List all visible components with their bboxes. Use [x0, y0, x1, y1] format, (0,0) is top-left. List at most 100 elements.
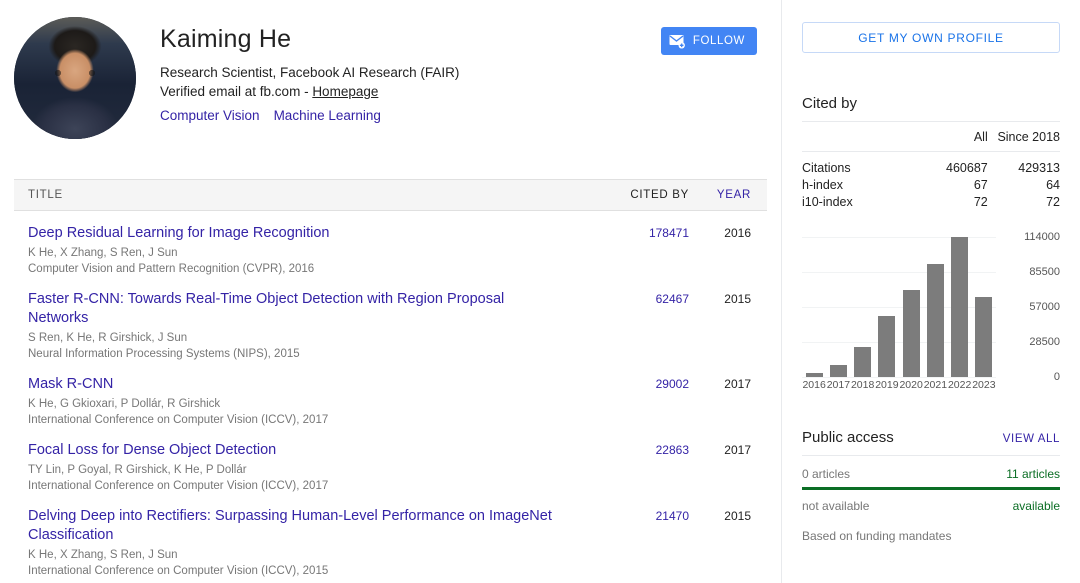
column-header-year[interactable]: YEAR — [689, 189, 751, 201]
public-access-not-available-label: not available — [802, 499, 869, 513]
articles-table: TITLE CITED BY YEAR Deep Residual Learni… — [14, 179, 767, 583]
stats-row-citations: Citations 460687 429313 — [802, 152, 1060, 178]
chart-x-label-2019: 2019 — [875, 379, 899, 391]
chart-bar-2022[interactable] — [951, 237, 968, 377]
interest-link-computer-vision[interactable]: Computer Vision — [160, 108, 260, 123]
stats-header-blank — [802, 122, 916, 152]
chart-bar-2017[interactable] — [830, 365, 847, 377]
chart-bars — [802, 237, 996, 377]
table-row: Deep Residual Learning for Image Recogni… — [14, 211, 767, 277]
article-title-link[interactable]: Focal Loss for Dense Object Detection — [28, 441, 558, 460]
stats-header-since: Since 2018 — [988, 122, 1060, 152]
article-authors: TY Lin, P Goyal, R Girshick, K He, P Dol… — [28, 462, 579, 478]
chart-x-label-2020: 2020 — [899, 379, 923, 391]
table-row: Faster R-CNN: Towards Real-Time Object D… — [14, 277, 767, 362]
article-venue: International Conference on Computer Vis… — [28, 478, 579, 494]
public-access-title: Public access — [802, 429, 894, 446]
chart-bar-slot — [923, 237, 947, 377]
profile-header: Kaiming He Research Scientist, Facebook … — [0, 0, 781, 139]
article-authors: K He, X Zhang, S Ren, J Sun — [28, 245, 579, 261]
profile-photo — [14, 17, 136, 139]
chart-y-label-28500: 28500 — [1002, 336, 1060, 348]
column-header-title: TITLE — [28, 189, 593, 201]
public-access-available-count: 11 articles — [1006, 467, 1060, 481]
article-cited-by-count[interactable]: 21470 — [593, 507, 689, 523]
table-row: Delving Deep into Rectifiers: Surpassing… — [14, 494, 767, 579]
stats-label-citations: Citations — [802, 152, 916, 178]
chart-x-label-2021: 2021 — [923, 379, 947, 391]
article-venue: International Conference on Computer Vis… — [28, 563, 579, 579]
chart-x-label-2018: 2018 — [851, 379, 875, 391]
article-cited-by-count[interactable]: 29002 — [593, 375, 689, 391]
article-authors: K He, X Zhang, S Ren, J Sun — [28, 547, 579, 563]
profile-affiliation: Research Scientist, Facebook AI Research… — [160, 63, 757, 82]
stats-citations-since: 429313 — [988, 152, 1060, 178]
column-header-cited-by[interactable]: CITED BY — [593, 189, 689, 201]
chart-x-label-2017: 2017 — [826, 379, 850, 391]
stats-i10-index-since: 72 — [988, 194, 1060, 211]
chart-bar-slot — [802, 237, 826, 377]
public-access-view-all-link[interactable]: VIEW ALL — [1003, 433, 1060, 445]
chart-x-label-2022: 2022 — [948, 379, 972, 391]
article-venue: Neural Information Processing Systems (N… — [28, 346, 579, 362]
chart-bar-slot — [899, 237, 923, 377]
chart-bar-2018[interactable] — [854, 347, 871, 377]
article-cited-by-count[interactable]: 22863 — [593, 441, 689, 457]
stats-row-i10-index: i10-index 72 72 — [802, 194, 1060, 211]
avatar[interactable] — [14, 17, 136, 139]
profile-verified-email: Verified email at fb.com - Homepage — [160, 82, 757, 101]
chart-y-label-114000: 114000 — [1002, 231, 1060, 243]
chart-plot-area — [802, 227, 996, 377]
follow-button[interactable]: FOLLOW — [661, 27, 757, 55]
table-row: Mask R-CNN K He, G Gkioxari, P Dollár, R… — [14, 362, 767, 428]
citation-stats-table: All Since 2018 Citations 460687 429313 h… — [802, 121, 1060, 211]
article-year: 2016 — [689, 224, 751, 240]
article-authors: S Ren, K He, R Girshick, J Sun — [28, 330, 579, 346]
chart-bar-2016[interactable] — [806, 373, 823, 377]
stats-i10-index-all: 72 — [916, 194, 988, 211]
table-row: Feature Pyramid Networks for Object Dete… — [14, 579, 767, 583]
article-venue: International Conference on Computer Vis… — [28, 412, 579, 428]
chart-bar-slot — [826, 237, 850, 377]
scholar-profile-page: Kaiming He Research Scientist, Facebook … — [0, 0, 1080, 583]
article-year: 2017 — [689, 441, 751, 457]
chart-bar-slot — [875, 237, 899, 377]
article-main: Faster R-CNN: Towards Real-Time Object D… — [28, 290, 593, 362]
article-title-link[interactable]: Mask R-CNN — [28, 375, 558, 394]
article-cited-by-count[interactable]: 178471 — [593, 224, 689, 240]
article-main: Delving Deep into Rectifiers: Surpassing… — [28, 507, 593, 579]
article-title-link[interactable]: Faster R-CNN: Towards Real-Time Object D… — [28, 290, 558, 328]
article-year: 2017 — [689, 375, 751, 391]
article-main: Deep Residual Learning for Image Recogni… — [28, 224, 593, 277]
article-cited-by-count[interactable]: 62467 — [593, 290, 689, 306]
article-year: 2015 — [689, 290, 751, 306]
stats-label-i10-index: i10-index — [802, 194, 916, 211]
public-access-labels: not available available — [802, 490, 1060, 513]
citations-per-year-chart: 20162017201820192020202120222023 0285005… — [802, 227, 1060, 399]
chart-bar-2023[interactable] — [975, 297, 992, 377]
chart-bar-2020[interactable] — [903, 290, 920, 377]
article-title-link[interactable]: Deep Residual Learning for Image Recogni… — [28, 224, 558, 243]
chart-bar-2021[interactable] — [927, 264, 944, 377]
envelope-plus-icon — [669, 34, 686, 49]
interest-link-machine-learning[interactable]: Machine Learning — [274, 108, 381, 123]
stats-header-all: All — [916, 122, 988, 152]
chart-gridline — [802, 377, 996, 378]
sidebar: GET MY OWN PROFILE Cited by All Since 20… — [782, 0, 1080, 583]
public-access-note: Based on funding mandates — [802, 513, 1060, 543]
get-my-own-profile-button[interactable]: GET MY OWN PROFILE — [802, 22, 1060, 53]
chart-x-axis-labels: 20162017201820192020202120222023 — [802, 379, 996, 391]
chart-x-label-2016: 2016 — [802, 379, 826, 391]
public-access-available-label: available — [1013, 499, 1060, 513]
chart-bar-2019[interactable] — [878, 316, 895, 377]
article-authors: K He, G Gkioxari, P Dollár, R Girshick — [28, 396, 579, 412]
article-title-link[interactable]: Delving Deep into Rectifiers: Surpassing… — [28, 507, 558, 545]
main-column: Kaiming He Research Scientist, Facebook … — [0, 0, 782, 583]
article-main: Mask R-CNN K He, G Gkioxari, P Dollár, R… — [28, 375, 593, 428]
article-year: 2015 — [689, 507, 751, 523]
chart-y-label-0: 0 — [1002, 371, 1060, 383]
stats-row-h-index: h-index 67 64 — [802, 177, 1060, 194]
homepage-link[interactable]: Homepage — [312, 84, 378, 99]
chart-y-axis-labels: 0285005700085500114000 — [1002, 227, 1060, 377]
follow-button-label: FOLLOW — [693, 35, 745, 47]
